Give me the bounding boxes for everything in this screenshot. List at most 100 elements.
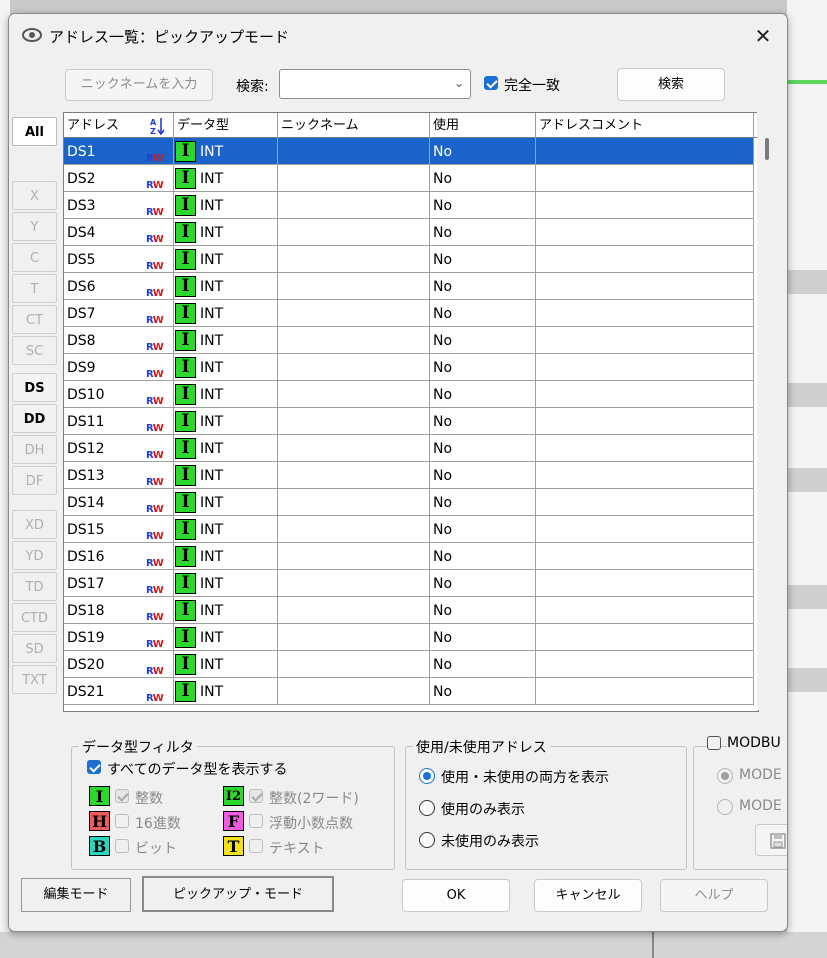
type-3-badge-icon: F (223, 811, 244, 831)
address-list-dialog: アドレス一覧：ピックアップモード ✕ ニックネームを入力 検索: ⌄ 完全一致 … (8, 13, 788, 932)
address-cell: DS17 RW (64, 570, 174, 597)
search-button[interactable]: 検索 (617, 68, 725, 101)
usage-option-1-label[interactable]: 使用のみ表示 (441, 799, 525, 819)
usage-option-2-label[interactable]: 未使用のみ表示 (441, 831, 539, 851)
usage-option-0-radio[interactable] (419, 768, 435, 784)
table-row[interactable]: DS20 RW I INT No (64, 651, 754, 678)
type-2-checkbox[interactable] (115, 814, 129, 828)
integer-type-icon: I (175, 330, 196, 351)
type-0-checkbox[interactable] (115, 789, 129, 803)
modbus-option-1-radio[interactable] (717, 768, 733, 784)
used-cell-text: No (433, 171, 453, 187)
table-row[interactable]: DS4 RW I INT No (64, 219, 754, 246)
column-header-type[interactable]: データ型 (174, 113, 278, 138)
address-cell-text: DS5 (67, 252, 96, 268)
sidebar-tab-c[interactable]: C (12, 243, 57, 272)
help-button[interactable]: ヘルプ (660, 879, 768, 912)
usage-option-0-label[interactable]: 使用・未使用の両方を表示 (441, 767, 609, 787)
sidebar-tab-y[interactable]: Y (12, 212, 57, 241)
table-row[interactable]: DS9 RW I INT No (64, 354, 754, 381)
enter-nickname-button[interactable]: ニックネームを入力 (65, 69, 213, 101)
table-row[interactable]: DS1 RW I INT No (64, 138, 754, 165)
type-2-label[interactable]: 16進数 (135, 813, 181, 833)
column-header-address[interactable]: アドレス A Z (64, 113, 174, 138)
modbus-save-button[interactable] (755, 824, 787, 856)
type-3-checkbox[interactable] (249, 814, 263, 828)
exact-match-label[interactable]: 完全一致 (504, 75, 560, 95)
sidebar-tab-x[interactable]: X (12, 181, 57, 210)
type-3-label[interactable]: 浮動小数点数 (269, 813, 353, 833)
table-row[interactable]: DS11 RW I INT No (64, 408, 754, 435)
table-row[interactable]: DS2 RW I INT No (64, 165, 754, 192)
type-5-label[interactable]: テキスト (269, 838, 325, 858)
sidebar-tab-ct[interactable]: CT (12, 305, 57, 334)
sidebar-tab-yd[interactable]: YD (12, 541, 57, 570)
table-row[interactable]: DS7 RW I INT No (64, 300, 754, 327)
ok-button[interactable]: OK (402, 879, 510, 912)
table-row[interactable]: DS17 RW I INT No (64, 570, 754, 597)
type-0-label[interactable]: 整数 (135, 788, 163, 808)
usage-option-1-radio[interactable] (419, 800, 435, 816)
edit-mode-button[interactable]: 編集モード (21, 878, 131, 912)
type-1-label[interactable]: 整数(2ワード) (269, 788, 359, 808)
az-sort-icon[interactable]: A Z (150, 116, 166, 136)
table-row[interactable]: DS6 RW I INT No (64, 273, 754, 300)
table-row[interactable]: DS21 RW I INT No (64, 678, 754, 705)
integer-type-icon: I (175, 681, 196, 702)
sidebar-tab-sc[interactable]: SC (12, 336, 57, 365)
modbus-checkbox[interactable] (707, 736, 721, 750)
table-row[interactable]: DS3 RW I INT No (64, 192, 754, 219)
sidebar-tab-sd[interactable]: SD (12, 634, 57, 663)
sidebar-tab-ds[interactable]: DS (12, 373, 57, 402)
table-row[interactable]: DS5 RW I INT No (64, 246, 754, 273)
column-header-comment[interactable]: アドレスコメント (536, 113, 754, 138)
cancel-button[interactable]: キャンセル (534, 879, 642, 912)
sidebar-tab-all[interactable]: All (12, 117, 57, 146)
type-5-checkbox[interactable] (249, 839, 263, 853)
sidebar-tab-txt[interactable]: TXT (12, 665, 57, 694)
table-row[interactable]: DS16 RW I INT No (64, 543, 754, 570)
column-header-used[interactable]: 使用 (430, 113, 536, 138)
background-panel-row (787, 468, 827, 492)
sidebar-tab-ctd[interactable]: CTD (12, 603, 57, 632)
table-row[interactable]: DS19 RW I INT No (64, 624, 754, 651)
modbus-label[interactable]: MODBU (727, 735, 787, 751)
type-4-label[interactable]: ビット (135, 838, 177, 858)
modbus-option-2-radio[interactable] (717, 799, 733, 815)
type-1-checkbox[interactable] (249, 789, 263, 803)
address-table[interactable]: アドレス A Z データ型 ニックネーム 使用 アドレスコメント DS1 RW I I… (63, 112, 759, 712)
vertical-scrollbar[interactable] (757, 112, 777, 710)
table-row[interactable]: DS14 RW I INT No (64, 489, 754, 516)
show-all-types-checkbox[interactable] (87, 760, 101, 774)
close-icon[interactable]: ✕ (751, 23, 775, 49)
sidebar-tab-t[interactable]: T (12, 274, 57, 303)
search-combobox[interactable]: ⌄ (279, 69, 471, 99)
table-row[interactable]: DS18 RW I INT No (64, 597, 754, 624)
sidebar-tab-dd[interactable]: DD (12, 404, 57, 433)
background-divider (652, 930, 654, 958)
scrollbar-thumb[interactable] (765, 138, 769, 160)
sidebar-tab-xd[interactable]: XD (12, 510, 57, 539)
sidebar-tab-dh[interactable]: DH (12, 435, 57, 464)
sidebar-tab-df[interactable]: DF (12, 466, 57, 495)
table-row[interactable]: DS15 RW I INT No (64, 516, 754, 543)
table-row[interactable]: DS8 RW I INT No (64, 327, 754, 354)
table-row[interactable]: DS10 RW I INT No (64, 381, 754, 408)
type-4-checkbox[interactable] (115, 839, 129, 853)
type-cell-text: INT (200, 144, 224, 160)
show-all-types-label[interactable]: すべてのデータ型を表示する (107, 759, 287, 779)
modbus-option-1-label[interactable]: MODE (739, 767, 782, 783)
usage-option-2-radio[interactable] (419, 832, 435, 848)
sidebar-tab-td[interactable]: TD (12, 572, 57, 601)
used-cell-text: No (433, 360, 453, 376)
column-header-nickname[interactable]: ニックネーム (278, 113, 430, 138)
type-cell-text: INT (200, 306, 224, 322)
table-row[interactable]: DS13 RW I INT No (64, 462, 754, 489)
modbus-option-2-label[interactable]: MODE (739, 798, 782, 814)
exact-match-checkbox[interactable] (484, 76, 498, 90)
nickname-cell (278, 678, 430, 705)
integer-type-icon: I (175, 519, 196, 540)
pickup-mode-button[interactable]: ピックアップ・モード (142, 876, 334, 912)
chevron-down-icon[interactable]: ⌄ (454, 76, 464, 90)
table-row[interactable]: DS12 RW I INT No (64, 435, 754, 462)
